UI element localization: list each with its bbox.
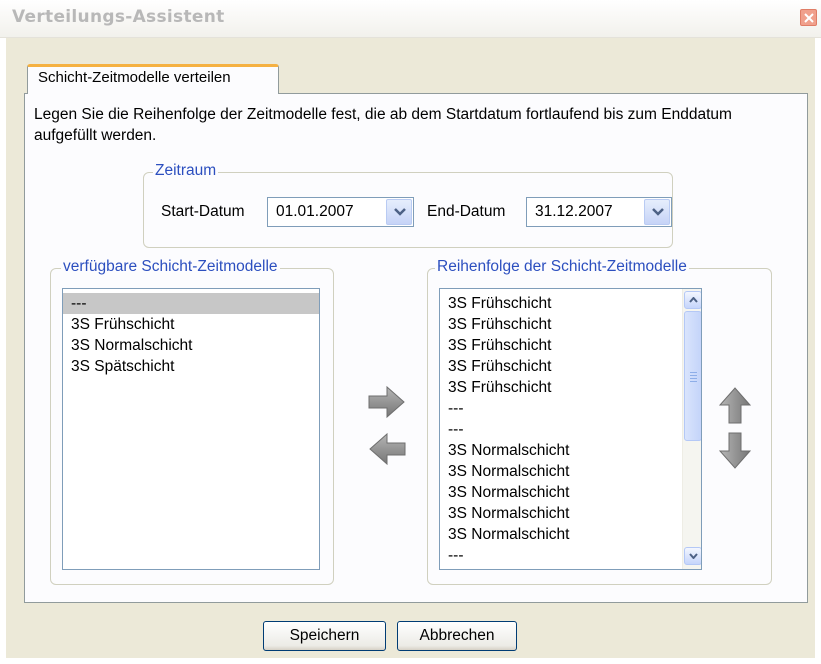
instruction-text: Legen Sie die Reihenfolge der Zeitmodell… (34, 106, 732, 144)
chevron-up-icon (689, 297, 698, 303)
close-button[interactable] (800, 9, 817, 26)
list-item[interactable]: 3S Normalschicht (440, 503, 682, 524)
list-item[interactable]: 3S Frühschicht (440, 314, 682, 335)
list-item[interactable]: 3S Frühschicht (440, 356, 682, 377)
chevron-down-icon (689, 553, 698, 559)
list-item[interactable]: --- (63, 293, 319, 314)
list-item[interactable]: 3S Normalschicht (440, 524, 682, 545)
tab-schicht-zeitmodelle[interactable]: Schicht-Zeitmodelle verteilen (27, 64, 279, 94)
order-scrollbar[interactable] (682, 289, 701, 569)
list-item[interactable]: 3S Frühschicht (440, 293, 682, 314)
tab-join (28, 92, 278, 95)
end-date-label: End-Datum (427, 203, 506, 220)
arrow-down-icon[interactable] (718, 431, 752, 471)
order-legend: Reihenfolge der Schicht-Zeitmodelle (435, 258, 689, 276)
end-date-dropdown-button[interactable] (644, 199, 670, 225)
close-icon (804, 13, 814, 23)
start-date-label: Start-Datum (161, 203, 245, 220)
window-title: Verteilungs-Assistent (12, 7, 225, 27)
list-item[interactable]: 3S Normalschicht (440, 482, 682, 503)
scroll-thumb[interactable] (684, 311, 701, 441)
arrow-up-icon[interactable] (718, 385, 752, 425)
list-item[interactable]: --- (440, 545, 682, 566)
list-item[interactable]: --- (440, 419, 682, 440)
list-item[interactable]: 3S Normalschicht (440, 440, 682, 461)
chevron-down-icon (652, 208, 664, 216)
chevron-down-icon (394, 208, 406, 216)
list-item[interactable]: 3S Normalschicht (63, 335, 319, 356)
list-item[interactable]: 3S Frühschicht (440, 335, 682, 356)
arrow-right-icon[interactable] (367, 385, 407, 419)
save-button[interactable]: Speichern (263, 621, 386, 651)
available-listbox[interactable]: --- 3S Frühschicht 3S Normalschicht 3S Spät… (62, 288, 320, 570)
list-item[interactable]: --- (440, 398, 682, 419)
start-date-combo[interactable]: 01.01.2007 (267, 197, 414, 227)
list-item[interactable]: 3S Frühschicht (63, 314, 319, 335)
scroll-down-button[interactable] (684, 547, 701, 565)
start-date-dropdown-button[interactable] (386, 199, 412, 225)
list-item[interactable]: 3S Normalschicht (440, 461, 682, 482)
order-items: 3S Frühschicht 3S Frühschicht 3S Frühschic… (440, 289, 682, 569)
order-listbox[interactable]: 3S Frühschicht 3S Frühschicht 3S Frühschic… (439, 288, 702, 570)
start-date-value: 01.01.2007 (276, 203, 354, 220)
end-date-combo[interactable]: 31.12.2007 (526, 197, 672, 227)
zeitraum-legend: Zeitraum (153, 162, 219, 180)
available-legend: verfügbare Schicht-Zeitmodelle (61, 258, 280, 276)
scroll-up-button[interactable] (684, 291, 701, 309)
list-item[interactable]: 3S Frühschicht (440, 377, 682, 398)
end-date-value: 31.12.2007 (535, 203, 613, 220)
cancel-button[interactable]: Abbrechen (397, 621, 517, 651)
arrow-left-icon[interactable] (367, 432, 407, 466)
list-item[interactable]: 3S Spätschicht (63, 356, 319, 377)
